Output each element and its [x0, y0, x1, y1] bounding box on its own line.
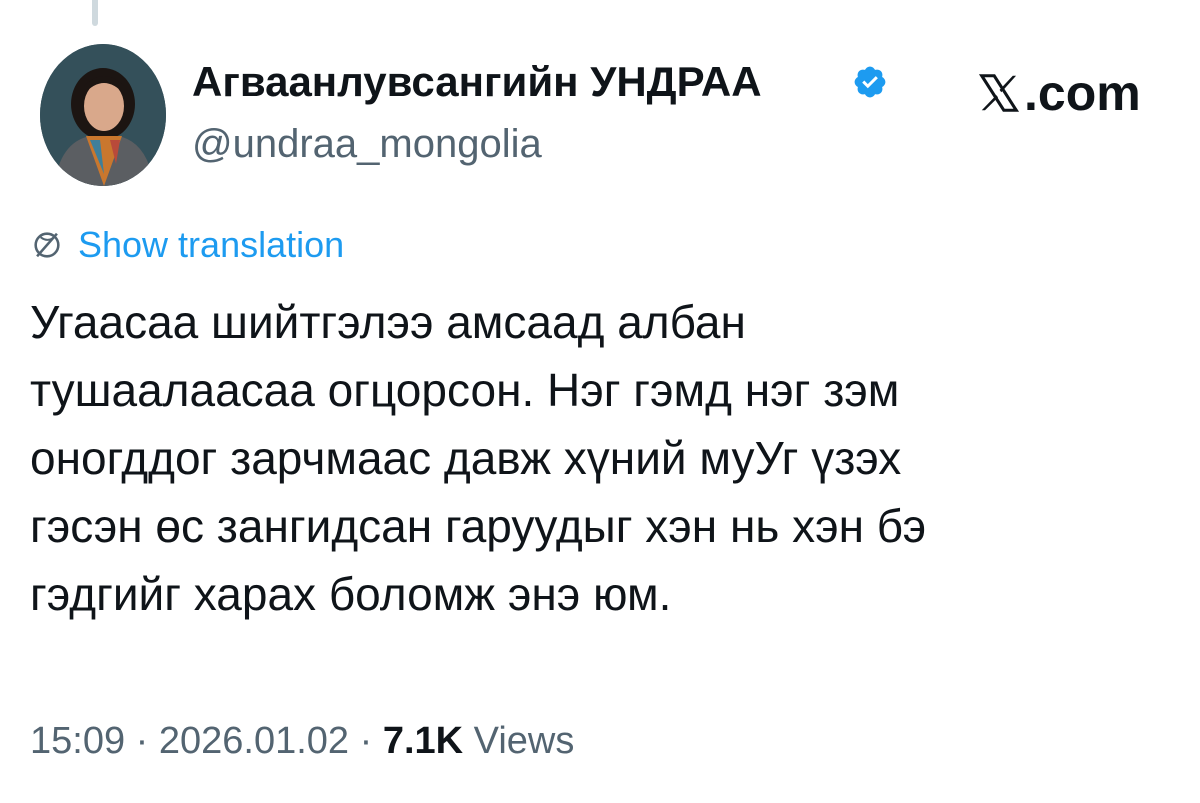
thread-connector-line [92, 0, 98, 26]
tweet-text: Угаасаа шийтгэлээ амсаад албан тушаалаас… [30, 288, 1160, 628]
show-translation-label: Show translation [78, 224, 345, 265]
globe-icon [34, 232, 60, 258]
avatar-portrait [40, 44, 166, 186]
meta-separator: · [125, 720, 159, 762]
x-com-logo: .com [976, 64, 1141, 122]
tweet-text-line: тушаалаасаа огцорсон. Нэг гэмд нэг зэм [30, 364, 900, 416]
tweet-text-line: Угаасаа шийтгэлээ амсаад албан [30, 296, 746, 348]
x-logo-text: .com [1024, 65, 1141, 121]
x-logo-icon [978, 74, 1020, 112]
show-translation-link[interactable]: Show translation [30, 224, 344, 266]
tweet-text-line: гэсэн өс зангидсан гаруудыг хэн нь хэн б… [30, 500, 927, 552]
verified-badge-icon [854, 66, 886, 98]
views-label: Views [463, 720, 575, 762]
tweet-meta: 15:09 · 2026.01.02 · 7.1K Views [30, 720, 574, 763]
tweet-text-line: гэдгийг харах боломж энэ юм. [30, 568, 672, 620]
author-name[interactable]: Агваанлувсангийн УНДРАА [192, 58, 762, 106]
author-handle[interactable]: @undraa_mongolia [192, 122, 542, 167]
meta-separator: · [349, 720, 383, 762]
tweet-time[interactable]: 15:09 [30, 720, 125, 762]
tweet-date[interactable]: 2026.01.02 [159, 720, 349, 762]
avatar[interactable] [40, 44, 166, 186]
tweet-text-line: оногддог зарчмаас давж хүний муУг үзэх [30, 432, 902, 484]
views-count: 7.1K [382, 720, 464, 762]
